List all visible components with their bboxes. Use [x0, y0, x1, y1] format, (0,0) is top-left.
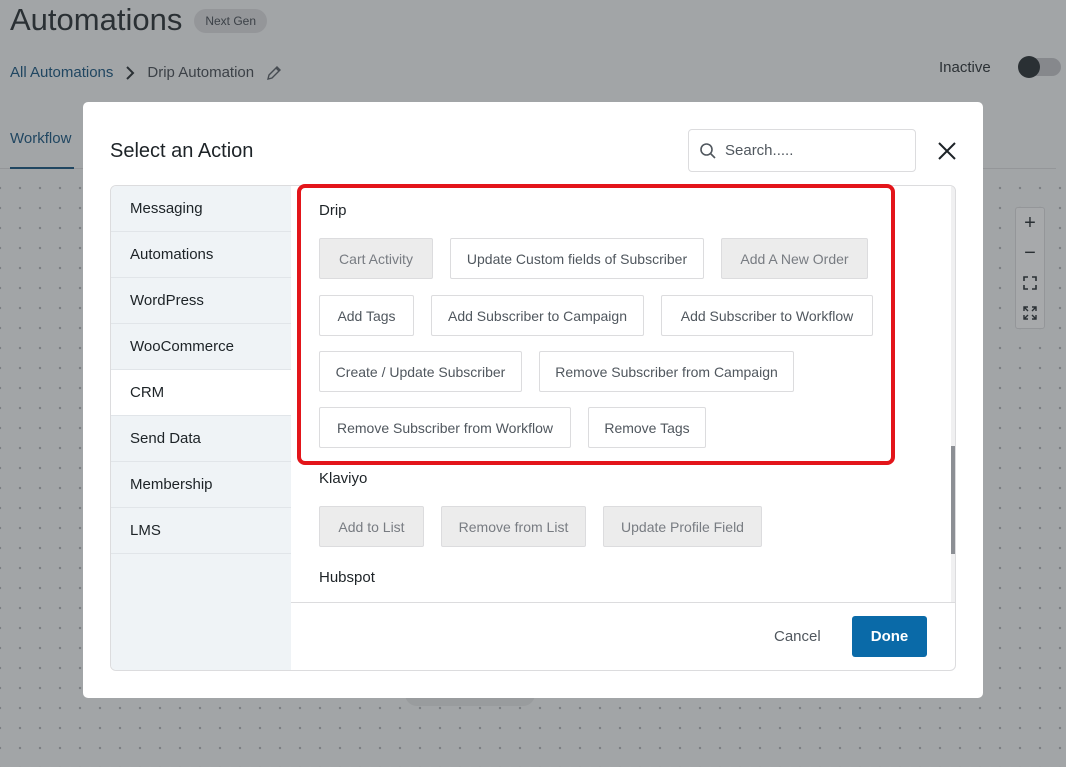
group-label: Klaviyo: [319, 470, 368, 487]
category-lms[interactable]: LMS: [111, 508, 291, 554]
category-messaging[interactable]: Messaging: [111, 186, 291, 232]
group-title-hubspot: Hubspot: [319, 569, 375, 587]
action-add-new-order[interactable]: Add A New Order: [721, 238, 868, 279]
action-remove-subscriber-workflow[interactable]: Remove Subscriber from Workflow: [319, 407, 571, 448]
action-add-subscriber-workflow[interactable]: Add Subscriber to Workflow: [661, 295, 873, 336]
category-membership[interactable]: Membership: [111, 462, 291, 508]
cancel-button[interactable]: Cancel: [774, 628, 821, 645]
category-wordpress[interactable]: WordPress: [111, 278, 291, 324]
close-icon[interactable]: [935, 139, 959, 163]
action-create-update-subscriber[interactable]: Create / Update Subscriber: [319, 351, 522, 392]
modal-title: Select an Action: [110, 140, 254, 162]
select-action-modal: Select an Action Messaging Automations W…: [83, 102, 983, 698]
group-label: Drip: [319, 202, 347, 219]
modal-body: Messaging Automations WordPress WooComme…: [110, 185, 956, 671]
scrollbar-track[interactable]: [951, 186, 955, 602]
action-remove-from-list[interactable]: Remove from List: [441, 506, 586, 547]
action-add-tags[interactable]: Add Tags: [319, 295, 414, 336]
action-remove-subscriber-campaign[interactable]: Remove Subscriber from Campaign: [539, 351, 794, 392]
group-title-drip: Drip: [319, 202, 347, 220]
search-box: [688, 129, 916, 172]
search-icon: [700, 142, 716, 159]
action-add-to-list[interactable]: Add to List: [319, 506, 424, 547]
category-sidebar: Messaging Automations WordPress WooComme…: [111, 186, 291, 670]
category-crm[interactable]: CRM: [111, 370, 291, 416]
actions-content[interactable]: Drip Cart Activity Update Custom fields …: [291, 186, 955, 602]
done-button[interactable]: Done: [852, 616, 927, 657]
modal-footer: Cancel Done: [291, 602, 955, 670]
category-automations[interactable]: Automations: [111, 232, 291, 278]
category-send-data[interactable]: Send Data: [111, 416, 291, 462]
search-input[interactable]: [725, 142, 905, 159]
action-add-subscriber-campaign[interactable]: Add Subscriber to Campaign: [431, 295, 644, 336]
action-update-profile-field[interactable]: Update Profile Field: [603, 506, 762, 547]
category-woocommerce[interactable]: WooCommerce: [111, 324, 291, 370]
group-label: Hubspot: [319, 569, 375, 586]
action-cart-activity[interactable]: Cart Activity: [319, 238, 433, 279]
action-remove-tags[interactable]: Remove Tags: [588, 407, 706, 448]
scrollbar-thumb[interactable]: [951, 446, 955, 554]
group-title-klaviyo: Klaviyo: [319, 470, 367, 488]
action-update-custom-fields[interactable]: Update Custom fields of Subscriber: [450, 238, 704, 279]
